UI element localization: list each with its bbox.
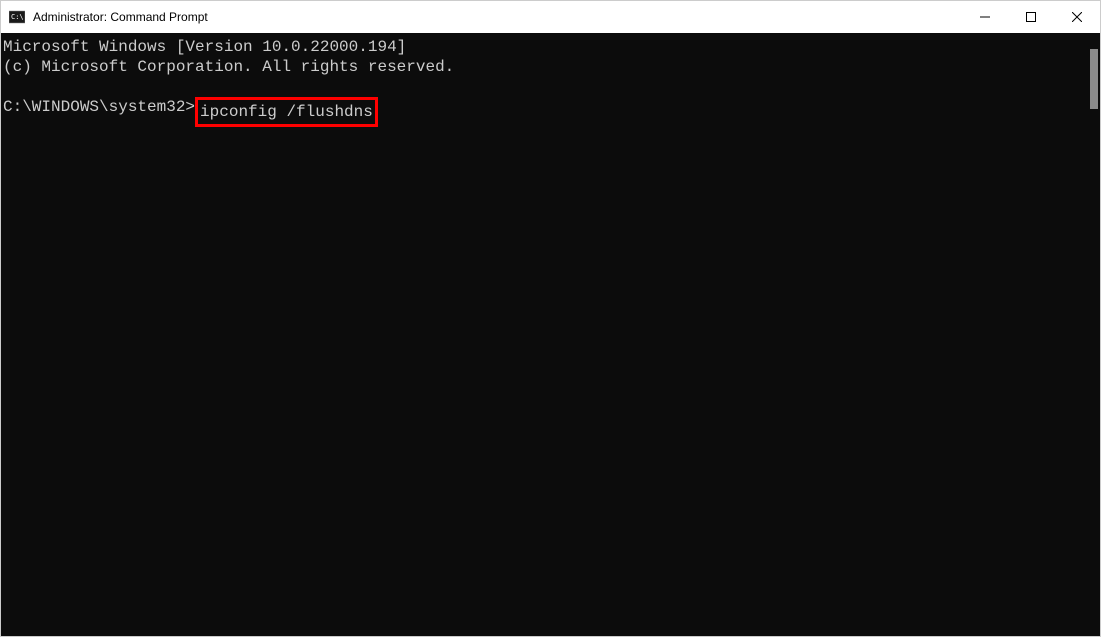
version-line: Microsoft Windows [Version 10.0.22000.19… [3,38,406,56]
minimize-button[interactable] [962,1,1008,33]
command-input-highlighted[interactable]: ipconfig /flushdns [195,97,378,127]
close-button[interactable] [1054,1,1100,33]
minimize-icon [980,12,990,22]
close-icon [1072,12,1082,22]
terminal-area[interactable]: Microsoft Windows [Version 10.0.22000.19… [1,33,1100,636]
window-title: Administrator: Command Prompt [33,10,208,24]
command-prompt-window: C:\ Administrator: Command Prompt [0,0,1101,637]
maximize-button[interactable] [1008,1,1054,33]
svg-text:C:\: C:\ [11,13,24,21]
title-bar[interactable]: C:\ Administrator: Command Prompt [1,1,1100,33]
prompt-path: C:\WINDOWS\system32> [3,97,195,127]
title-bar-left: C:\ Administrator: Command Prompt [9,9,208,25]
command-prompt-icon: C:\ [9,9,25,25]
vertical-scrollbar[interactable] [1090,49,1098,109]
copyright-line: (c) Microsoft Corporation. All rights re… [3,58,454,76]
maximize-icon [1026,12,1036,22]
window-controls [962,1,1100,33]
terminal-content: Microsoft Windows [Version 10.0.22000.19… [1,33,1100,131]
